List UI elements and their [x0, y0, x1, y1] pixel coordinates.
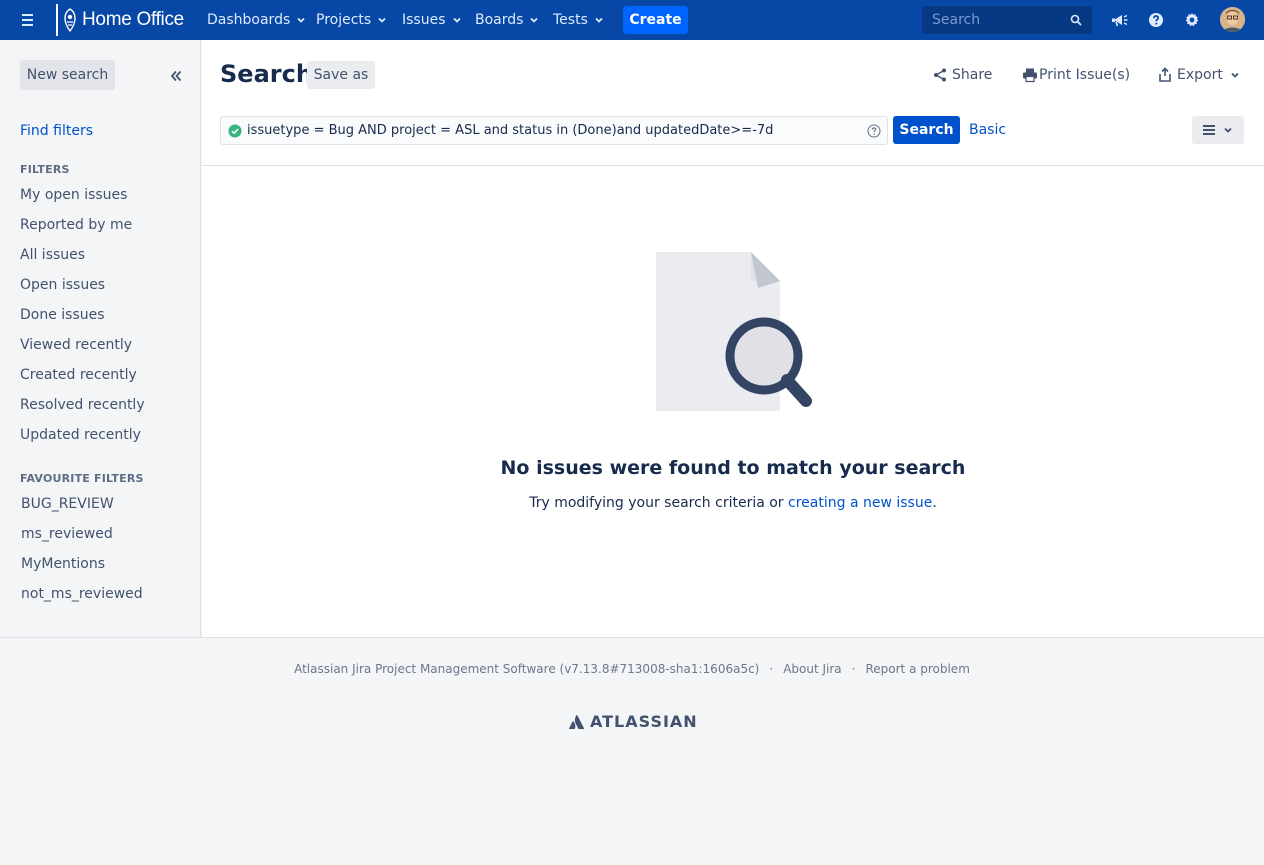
nav-dashboards-label: Dashboards [207, 12, 291, 28]
no-results-illustration [656, 252, 812, 411]
nav-tests-label: Tests [553, 12, 588, 28]
filter-all-issues[interactable]: All issues [20, 247, 85, 263]
chevron-down-icon [530, 17, 539, 23]
home-office-logo[interactable]: Home Office [56, 4, 184, 36]
share-button[interactable]: Share [932, 67, 992, 83]
share-icon [934, 68, 946, 82]
chevron-down-icon [1224, 127, 1232, 133]
favourite-filter-mymentions[interactable]: MyMentions [21, 556, 105, 572]
search-main: Search Save as Share Print Issue(s) Expo… [202, 40, 1264, 637]
create-issue-link[interactable]: creating a new issue [788, 495, 932, 511]
no-results-heading: No issues were found to match your searc… [500, 457, 966, 479]
nav-boards[interactable]: Boards [475, 0, 539, 40]
create-button[interactable]: Create [623, 6, 688, 34]
nav-projects-label: Projects [316, 12, 372, 28]
export-icon [1159, 67, 1171, 82]
filter-done-issues[interactable]: Done issues [20, 307, 105, 323]
filter-viewed-recently[interactable]: Viewed recently [20, 337, 132, 353]
settings-icon[interactable] [1183, 11, 1201, 29]
chevron-down-icon [378, 17, 386, 23]
menu-icon[interactable] [20, 12, 36, 28]
filter-reported-by-me[interactable]: Reported by me [20, 217, 132, 233]
layout-switcher-button[interactable] [1192, 116, 1244, 144]
user-avatar-icon [1220, 7, 1245, 32]
filter-open-issues[interactable]: Open issues [20, 277, 105, 293]
list-view-icon [1203, 125, 1215, 135]
nav-projects[interactable]: Projects [316, 0, 387, 40]
logo-bar [56, 4, 58, 36]
new-search-button[interactable]: New search [20, 60, 115, 90]
top-navigation: Home Office Dashboards Projects Issues B… [0, 0, 1264, 40]
filter-updated-recently[interactable]: Updated recently [20, 427, 141, 443]
nav-issues-label: Issues [402, 12, 446, 28]
notifications-icon[interactable] [1111, 11, 1129, 29]
print-button[interactable]: Print Issue(s) [1022, 67, 1130, 83]
save-as-button[interactable]: Save as [307, 61, 375, 89]
filter-created-recently[interactable]: Created recently [20, 367, 137, 383]
atlassian-logo[interactable]: ATLASSIAN [569, 712, 698, 731]
global-search-input[interactable]: Search [922, 6, 1092, 34]
search-button[interactable]: Search [893, 116, 960, 144]
nav-issues[interactable]: Issues [402, 0, 462, 40]
favourite-filter-bug-review[interactable]: BUG_REVIEW [21, 496, 114, 512]
atlassian-logo-icon [569, 714, 585, 729]
print-label: Print Issue(s) [1039, 67, 1131, 83]
export-button[interactable]: Export [1157, 67, 1244, 83]
nav-boards-label: Boards [475, 12, 524, 28]
help-icon[interactable] [1147, 11, 1165, 29]
filter-my-open-issues[interactable]: My open issues [20, 187, 127, 203]
syntax-help-icon[interactable] [867, 124, 881, 138]
chevron-down-icon [452, 17, 461, 23]
chevron-down-icon [595, 17, 603, 23]
filter-resolved-recently[interactable]: Resolved recently [20, 397, 145, 413]
about-jira-link[interactable]: About Jira [783, 662, 841, 676]
nav-tests[interactable]: Tests [553, 0, 604, 40]
favourite-filter-ms-reviewed[interactable]: ms_reviewed [21, 526, 113, 542]
software-version: Atlassian Jira Project Management Softwa… [294, 662, 760, 676]
footer-separator: · [851, 662, 856, 676]
collapse-sidebar-icon[interactable] [168, 68, 184, 84]
filters-sidebar: New search Find filters FILTERS My open … [0, 40, 201, 637]
chevron-down-icon [297, 17, 305, 23]
brand-name: Home Office [82, 9, 184, 30]
crest-icon [64, 8, 76, 32]
export-label: Export [1177, 67, 1223, 83]
report-problem-link[interactable]: Report a problem [865, 662, 969, 676]
no-results-message: Try modifying your search criteria or cr… [202, 495, 1264, 511]
no-results-period: . [932, 495, 937, 511]
chevron-down-icon [1231, 72, 1239, 78]
jql-query-input[interactable]: issuetype = Bug AND project = ASL and st… [220, 116, 888, 145]
jql-query-text: issuetype = Bug AND project = ASL and st… [247, 123, 774, 138]
print-icon [1023, 68, 1037, 83]
page-title: Search [220, 60, 313, 88]
atlassian-logo-text: ATLASSIAN [590, 712, 698, 731]
search-icon [1070, 14, 1082, 26]
nav-dashboards[interactable]: Dashboards [207, 0, 306, 40]
footer-links: Atlassian Jira Project Management Softwa… [0, 662, 1264, 676]
favourite-filter-not-ms-reviewed[interactable]: not_ms_reviewed [21, 586, 143, 602]
no-results-text: Try modifying your search criteria or [529, 495, 789, 511]
avatar[interactable] [1220, 7, 1245, 32]
valid-query-icon [228, 124, 242, 138]
filters-section-title: FILTERS [20, 163, 70, 176]
share-label: Share [952, 67, 993, 83]
page-footer: Atlassian Jira Project Management Softwa… [0, 637, 1264, 865]
search-placeholder: Search [932, 12, 981, 28]
basic-mode-link[interactable]: Basic [969, 122, 1006, 138]
find-filters-link[interactable]: Find filters [20, 123, 93, 139]
favourite-filters-title: FAVOURITE FILTERS [20, 472, 144, 485]
footer-separator: · [769, 662, 774, 676]
header-divider [202, 165, 1264, 166]
